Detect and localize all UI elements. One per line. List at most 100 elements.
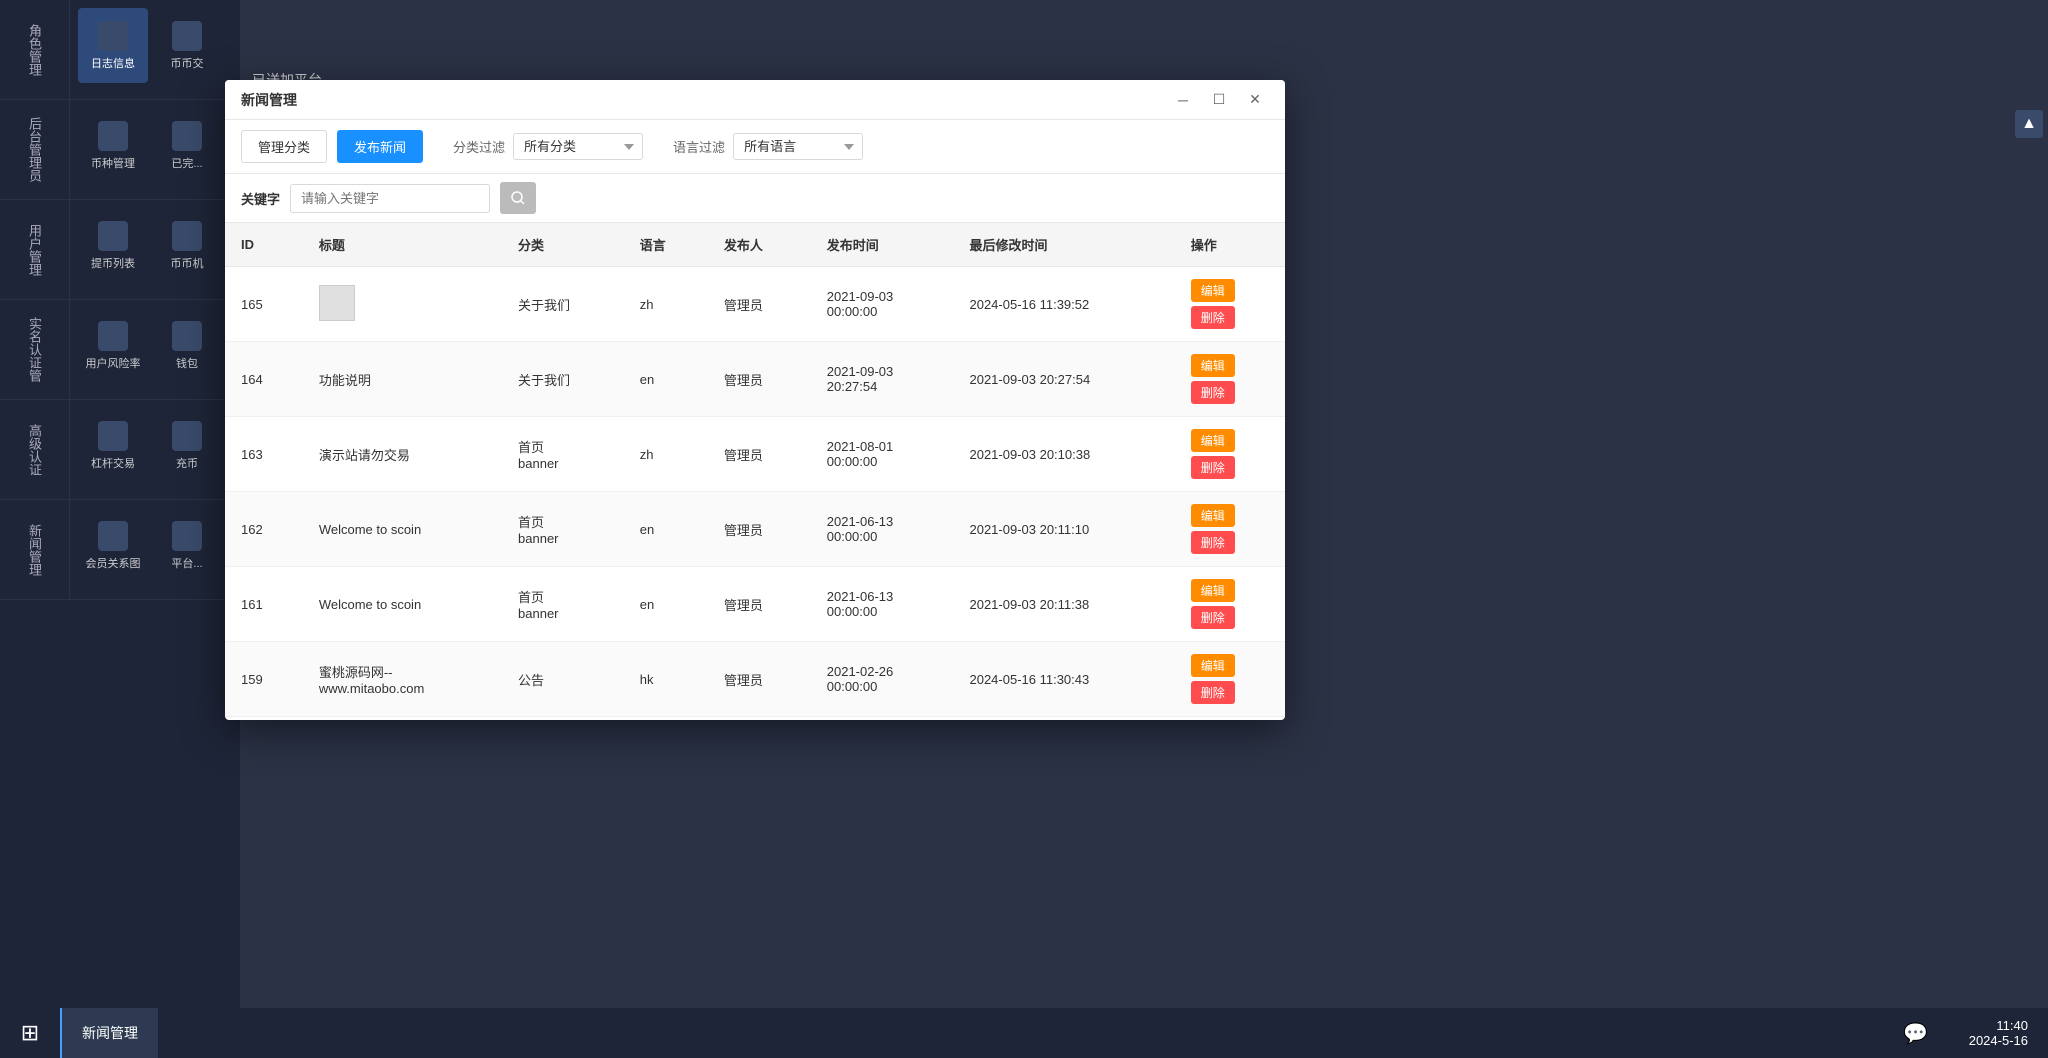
edit-button[interactable]: 编辑 [1191,354,1235,377]
cell-publish-time: 2021-02-0900:00:00 [811,717,954,721]
delete-button[interactable]: 删除 [1191,456,1235,479]
sidebar-item-coin-mgmt[interactable]: 币种管理 [78,108,148,183]
log-icon [98,21,128,51]
table-row: 161 Welcome to scoin 首页banner en 管理员 202… [225,567,1285,642]
coin-mgmt-icon [98,121,128,151]
cell-language: zh [624,267,708,342]
deposit-icon [172,421,202,451]
coin2-icon [172,221,202,251]
cell-publish-time: 2021-09-0320:27:54 [811,342,954,417]
edit-button[interactable]: 编辑 [1191,504,1235,527]
sidebar-label-role[interactable]: 角色管理 [0,0,70,99]
sidebar-item-withdraw[interactable]: 提币列表 [78,208,148,283]
cell-id: 165 [225,267,303,342]
sidebar-item-leverage[interactable]: 杠杆交易 [78,408,148,483]
cell-language: en [624,567,708,642]
cell-id: 162 [225,492,303,567]
tab-manage-category[interactable]: 管理分类 [241,130,327,163]
sidebar-section-role: 角色管理 日志信息 币币交 [0,0,240,100]
edit-button[interactable]: 编辑 [1191,579,1235,602]
sidebar-label-kyc[interactable]: 实名认证管 [0,300,70,399]
category-filter-group: 分类过滤 所有分类 [453,133,643,160]
sidebar-item-deposit[interactable]: 充币 [152,408,222,483]
language-filter-select[interactable]: 所有语言 [733,133,863,160]
sidebar-label-admin[interactable]: 后台管理员 [0,100,70,199]
sidebar-label-user[interactable]: 用户管理 [0,200,70,299]
taskbar-news-management[interactable]: 新闻管理 [60,1008,158,1058]
sidebar-item-currency[interactable]: 币币交 [152,8,222,83]
edit-button[interactable]: 编辑 [1191,279,1235,302]
sidebar-item-member[interactable]: 会员关系图 [78,508,148,583]
start-button[interactable]: ⊞ [0,1008,60,1058]
table-row: 165 关于我们 zh 管理员 2021-09-0300:00:00 2024-… [225,267,1285,342]
sidebar-section-kyc: 实名认证管 用户风险率 钱包 [0,300,240,400]
cell-publish-time: 2021-09-0300:00:00 [811,267,954,342]
sidebar-item-coin2[interactable]: 币币机 [152,208,222,283]
cell-actions: 编辑 删除 [1175,567,1285,642]
delete-button[interactable]: 删除 [1191,531,1235,554]
cell-language: en [624,492,708,567]
cell-title: d [303,717,502,721]
leverage-icon [98,421,128,451]
col-id: ID [225,223,303,267]
search-input[interactable] [290,184,490,213]
cell-publish-time: 2021-06-1300:00:00 [811,567,954,642]
sidebar-section-advanced: 高级认证 杠杆交易 充币 [0,400,240,500]
col-actions: 操作 [1175,223,1285,267]
platform-icon [172,521,202,551]
clock-date: 2024-5-16 [1969,1033,2028,1048]
col-category: 分类 [502,223,624,267]
cell-title [303,267,502,342]
col-language: 语言 [624,223,708,267]
delete-button[interactable]: 删除 [1191,606,1235,629]
cell-language: en [624,342,708,417]
cell-title: Welcome to scoin [303,567,502,642]
cell-publish-time: 2021-02-2600:00:00 [811,642,954,717]
cell-language: zh [624,717,708,721]
cell-actions: 编辑 删除 [1175,642,1285,717]
cell-actions: 编辑 删除 [1175,342,1285,417]
tab-publish-news[interactable]: 发布新闻 [337,130,423,163]
scroll-up-button[interactable]: ▲ [2015,110,2043,138]
delete-button[interactable]: 删除 [1191,381,1235,404]
close-button[interactable]: ✕ [1241,86,1269,114]
cell-category: 区块链学堂 [502,717,624,721]
cell-last-modified: 2021-02-16 01:19:52 [953,717,1174,721]
cell-id: 164 [225,342,303,417]
sidebar-label-news[interactable]: 新闻管理 [0,500,70,599]
edit-button[interactable]: 编辑 [1191,654,1235,677]
search-button[interactable] [500,182,536,214]
cell-last-modified: 2021-09-03 20:11:38 [953,567,1174,642]
sidebar-item-wallet[interactable]: 钱包 [152,308,222,383]
taskbar-message-icon[interactable]: 💬 [1903,1021,1928,1046]
col-title: 标题 [303,223,502,267]
sidebar-section-admin: 后台管理员 币种管理 已完... [0,100,240,200]
category-filter-select[interactable]: 所有分类 [513,133,643,160]
table-row: 159 蜜桃源码网--www.mitaobo.com 公告 hk 管理员 202… [225,642,1285,717]
sidebar-item-log[interactable]: 日志信息 [78,8,148,83]
category-filter-label: 分类过滤 [453,137,505,156]
currency-icon [172,21,202,51]
delete-button[interactable]: 删除 [1191,681,1235,704]
window-titlebar: 新闻管理 ─ ☐ ✕ [225,80,1285,120]
taskbar: ⊞ 新闻管理 💬 11:40 2024-5-16 [0,1008,2048,1058]
sidebar-label-advanced[interactable]: 高级认证 [0,400,70,499]
table-row: 163 演示站请勿交易 首页banner zh 管理员 2021-08-0100… [225,417,1285,492]
cell-publish-time: 2021-06-1300:00:00 [811,492,954,567]
language-filter-label: 语言过滤 [673,137,725,156]
sidebar-item-platform[interactable]: 平台... [152,508,222,583]
maximize-button[interactable]: ☐ [1205,86,1233,114]
wallet-icon [172,321,202,351]
cell-publisher: 管理员 [708,642,811,717]
minimize-button[interactable]: ─ [1169,86,1197,114]
toolbar: 管理分类 发布新闻 分类过滤 所有分类 语言过滤 所有语言 [225,120,1285,174]
cell-actions: 编辑 删除 [1175,267,1285,342]
cell-language: zh [624,417,708,492]
withdraw-icon [98,221,128,251]
sidebar-item-risk[interactable]: 用户风险率 [78,308,148,383]
delete-button[interactable]: 删除 [1191,306,1235,329]
edit-button[interactable]: 编辑 [1191,429,1235,452]
sidebar-item-completed[interactable]: 已完... [152,108,222,183]
cell-id: 163 [225,417,303,492]
desktop: 基础设置 投诉建议 秒合约仓位 已送加平台 ▲ 角色管理 日志信息 币币交 [0,0,2048,1058]
